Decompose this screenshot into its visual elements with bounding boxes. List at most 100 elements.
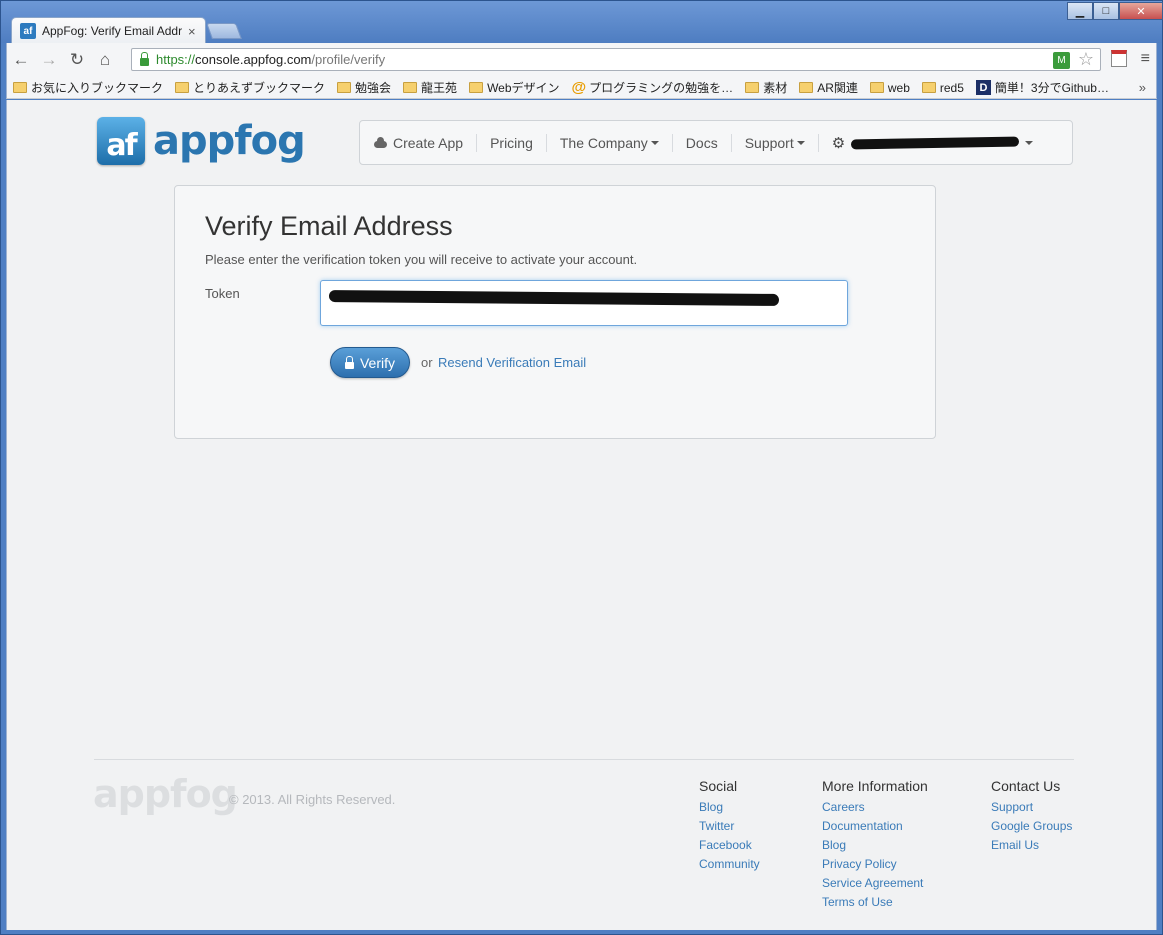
bookmark-label: AR関連	[817, 81, 858, 95]
url-scheme: https://	[156, 52, 196, 67]
footer-link-blog[interactable]: Blog	[699, 798, 760, 817]
bookmark-item[interactable]: 龍王苑	[403, 79, 457, 96]
footer-link-community[interactable]: Community	[699, 855, 760, 874]
verify-button[interactable]: Verify	[330, 347, 410, 378]
caret-down-icon	[796, 140, 805, 145]
folder-icon	[921, 82, 936, 93]
bookmark-item[interactable]: @ プログラミングの勉強を…	[572, 79, 734, 96]
folder-icon	[175, 82, 190, 93]
bookmark-label: お気に入りブックマーク	[31, 81, 164, 95]
nav-the-company[interactable]: The Company	[547, 133, 673, 152]
browser-window: af AppFog: Verify Email Addr × ▁ □ ✕ ← →…	[0, 0, 1163, 935]
appfog-logo-text: appfog	[153, 118, 306, 164]
resend-verification-link[interactable]: Resend Verification Email	[438, 355, 586, 370]
nav-docs[interactable]: Docs	[673, 133, 732, 152]
footer-link-documentation[interactable]: Documentation	[822, 817, 928, 836]
cloud-icon	[374, 137, 387, 148]
address-bar[interactable]: https:// console.appfog.com /profile/ver…	[131, 48, 1101, 71]
footer-link-careers[interactable]: Careers	[822, 798, 928, 817]
folder-icon	[13, 82, 27, 93]
or-text: or	[421, 355, 433, 370]
d-icon: D	[975, 80, 991, 95]
bookmark-item[interactable]: D 簡単！3分でGithub…	[975, 79, 1109, 96]
bookmark-item[interactable]: お気に入りブックマーク	[13, 79, 163, 96]
footer-heading: More Information	[822, 778, 928, 794]
folder-icon	[869, 82, 884, 93]
title-bar: af AppFog: Verify Email Addr × ▁ □ ✕	[1, 1, 1163, 44]
folder-icon	[469, 82, 484, 93]
window-close-icon[interactable]: ✕	[1119, 2, 1163, 20]
bookmark-label: プログラミングの勉強を…	[589, 81, 734, 95]
lock-icon	[344, 355, 354, 369]
bookmark-item[interactable]: red5	[921, 80, 964, 95]
footer-column-more-information: More Information Careers Documentation B…	[822, 778, 928, 912]
appfog-logo-mark: af	[97, 117, 145, 165]
bookmark-item[interactable]: とりあえずブックマーク	[175, 79, 325, 96]
bookmark-label: とりあえずブックマーク	[193, 81, 326, 95]
bookmark-item[interactable]: 素材	[745, 79, 787, 96]
footer-link-service-agreement[interactable]: Service Agreement	[822, 874, 928, 893]
footer-link-blog[interactable]: Blog	[822, 836, 928, 855]
tab-title: AppFog: Verify Email Addr	[42, 24, 182, 38]
menu-icon[interactable]: ≡	[1141, 50, 1150, 68]
gear-icon: ⚙	[831, 134, 846, 152]
bookmarks-overflow-icon[interactable]: »	[1139, 80, 1146, 95]
folder-icon	[799, 82, 814, 93]
verify-description: Please enter the verification token you …	[205, 252, 638, 267]
footer-column-social: Social Blog Twitter Facebook Community	[699, 778, 760, 874]
bookmark-label: 素材	[763, 81, 788, 95]
caret-down-icon	[650, 140, 659, 145]
appfog-logo[interactable]: af appfog	[97, 117, 306, 165]
nav-pricing-label: Pricing	[490, 134, 533, 151]
footer-link-facebook[interactable]: Facebook	[699, 836, 760, 855]
tab-close-icon[interactable]: ×	[188, 24, 196, 39]
footer-link-privacy-policy[interactable]: Privacy Policy	[822, 855, 928, 874]
window-controls: ▁ □ ✕	[1067, 2, 1163, 21]
maximize-icon[interactable]: □	[1093, 2, 1119, 20]
nav-support[interactable]: Support	[732, 133, 819, 152]
footer-link-twitter[interactable]: Twitter	[699, 817, 760, 836]
ssl-lock-icon	[140, 51, 149, 66]
home-icon[interactable]: ⌂	[91, 50, 119, 70]
footer-link-support[interactable]: Support	[991, 798, 1072, 817]
nav-docs-label: Docs	[685, 134, 718, 151]
footer-heading: Social	[699, 778, 738, 794]
bookmark-label: red5	[939, 80, 964, 95]
nav-support-label: Support	[744, 134, 794, 151]
nav-create-app-label: Create App	[393, 134, 464, 151]
appfog-favicon-icon: af	[20, 23, 36, 39]
bookmark-item[interactable]: Webデザイン	[469, 79, 560, 96]
bookmark-star-icon[interactable]: ☆	[1078, 49, 1094, 70]
verify-button-label: Verify	[359, 354, 395, 371]
caret-down-icon	[1025, 140, 1034, 145]
page-title: Verify Email Address	[205, 211, 453, 241]
nav-pricing[interactable]: Pricing	[477, 133, 547, 152]
verify-email-panel: Verify Email Address Please enter the ve…	[174, 185, 936, 439]
bookmark-item[interactable]: 勉強会	[337, 79, 391, 96]
bookmark-item[interactable]: AR関連	[799, 79, 858, 96]
toolbar-right: ≡	[1110, 50, 1150, 68]
forward-arrow-icon[interactable]: →	[35, 50, 63, 70]
calendar-extension-icon[interactable]	[1110, 50, 1127, 67]
browser-tab[interactable]: af AppFog: Verify Email Addr ×	[11, 17, 206, 44]
page-content: af appfog Create App Pricing The Company…	[6, 100, 1157, 930]
minimize-icon[interactable]: ▁	[1067, 2, 1093, 20]
nav-user-menu[interactable]: ⚙	[819, 134, 1046, 152]
folder-icon	[403, 82, 418, 93]
footer-link-email-us[interactable]: Email Us	[991, 836, 1072, 855]
footer-logo[interactable]: appfog	[93, 772, 238, 816]
footer-heading: Contact Us	[991, 778, 1061, 794]
footer-link-google-groups[interactable]: Google Groups	[991, 817, 1072, 836]
top-navigation: Create App Pricing The Company Docs Supp…	[359, 120, 1073, 165]
extension-icon[interactable]: M	[1053, 52, 1070, 69]
nav-create-app[interactable]: Create App	[374, 133, 478, 152]
footer-divider	[94, 759, 1074, 760]
url-host: console.appfog.com	[195, 52, 312, 67]
footer-link-terms-of-use[interactable]: Terms of Use	[822, 893, 928, 912]
back-arrow-icon[interactable]: ←	[7, 50, 35, 70]
reload-icon[interactable]: ↻	[63, 50, 91, 70]
new-tab-button[interactable]	[206, 23, 242, 39]
browser-toolbar: ← → ↻ ⌂ https:// console.appfog.com /pro…	[6, 43, 1157, 77]
bookmark-label: 簡単！3分でGithub…	[994, 81, 1109, 95]
bookmark-item[interactable]: web	[869, 81, 910, 95]
